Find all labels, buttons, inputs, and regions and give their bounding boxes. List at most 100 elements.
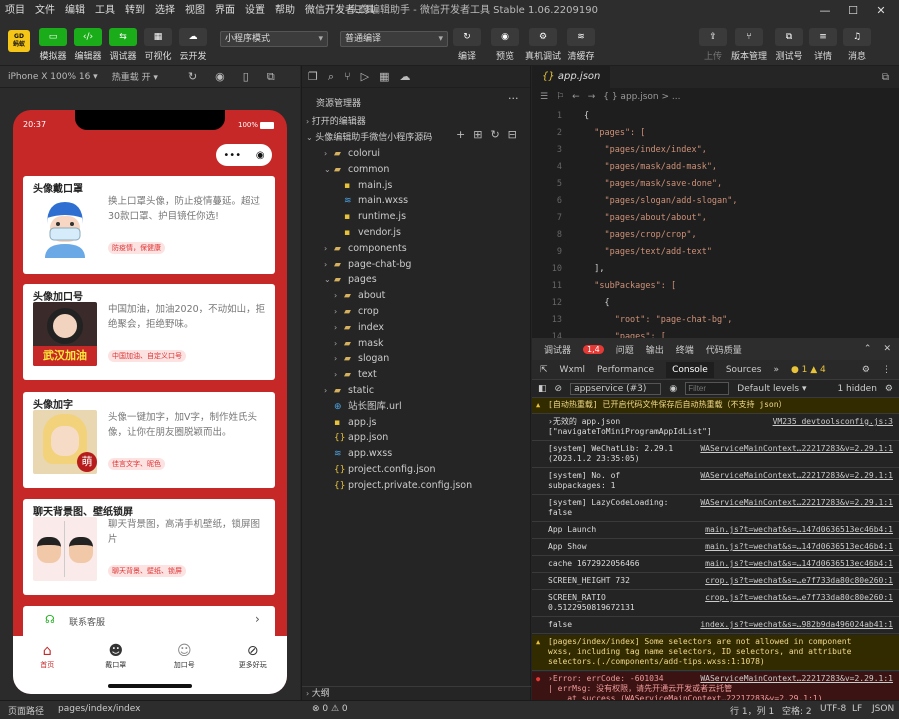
toolbar-action[interactable]: ≋ 清缓存 <box>564 28 598 62</box>
tree-item[interactable]: › ▰ static <box>302 383 531 399</box>
console-filter-input[interactable] <box>685 382 730 395</box>
devtools-tab[interactable]: 问题 <box>616 343 634 356</box>
tree-item[interactable]: ▪ main.js <box>302 178 531 194</box>
project-root[interactable]: ⌄ 头像编辑助手微信小程序源码 <box>306 130 456 143</box>
settings-icon[interactable]: ⚙ <box>862 365 870 375</box>
menu-item[interactable]: 选择 <box>150 0 180 22</box>
console-settings-icon[interactable]: ⚙ <box>885 384 893 394</box>
outline-section[interactable]: › 大纲 <box>302 686 531 700</box>
editor-tab[interactable]: {} app.json <box>532 66 611 88</box>
toolbar-action[interactable]: ◉ 预览 <box>488 28 522 62</box>
menu-item[interactable]: 界面 <box>210 0 240 22</box>
tree-item[interactable]: ≋ app.wxss <box>302 446 531 462</box>
tree-item[interactable]: ⌄ ▰ pages <box>302 272 531 288</box>
menu-item[interactable]: 项目 <box>0 0 30 22</box>
menu-item[interactable]: 编辑 <box>60 0 90 22</box>
close-icon[interactable]: ✕ <box>867 0 895 22</box>
toolbar-button[interactable]: ▦ 可视化 <box>141 28 175 62</box>
console-source-link[interactable]: VM235 devtoolsconfig.js:3 <box>773 417 893 427</box>
console-source-link[interactable]: crop.js?t=wechat&s=…e7f733da80c80e260:1 <box>705 593 893 603</box>
back-icon[interactable]: ← <box>572 92 580 102</box>
tree-item[interactable]: › ▰ about <box>302 288 531 304</box>
tree-item[interactable]: {} project.config.json <box>302 462 531 478</box>
eol[interactable]: LF <box>852 704 862 714</box>
card-wallpaper[interactable]: 聊天背景图、壁纸锁屏 聊天背景图，高清手机壁纸，锁屏图片 聊天背景、壁纸、锁屏 <box>23 499 275 595</box>
toolbar-button[interactable]: ☁ 云开发 <box>176 28 210 62</box>
bookmark-icon[interactable]: ⚐ <box>556 92 564 102</box>
menu-item[interactable]: 视图 <box>180 0 210 22</box>
source-control-icon[interactable]: ⑂ <box>344 70 351 83</box>
console-source-link[interactable]: crop.js?t=wechat&s=…e7f733da80c80e260:1 <box>705 576 893 586</box>
cursor-position[interactable]: 行 1，列 1 <box>730 704 774 717</box>
menu-item[interactable]: 设置 <box>240 0 270 22</box>
toolbar-right-button[interactable]: ⇪ 上传 <box>696 28 730 62</box>
language-mode[interactable]: JSON <box>872 704 894 714</box>
search-icon[interactable]: ⌕ <box>328 70 334 84</box>
tree-item[interactable]: › ▰ crop <box>302 304 531 320</box>
devtools-subtab[interactable]: Console <box>666 361 714 378</box>
tree-item[interactable]: › ▰ mask <box>302 336 531 352</box>
capsule-button[interactable]: ••• ◉ <box>216 144 272 166</box>
card-text[interactable]: 头像加字 萌 头像一键加字，加V字，制作姓氏头像，让你在朋友圈脱颖而出。 佳言文… <box>23 392 275 488</box>
toolbar-action[interactable]: ⚙ 真机调试 <box>525 28 561 62</box>
console-source-link[interactable]: main.js?t=wechat&s=…147d0636513ec46b4:1 <box>705 525 893 535</box>
menu-item[interactable]: 帮助 <box>270 0 300 22</box>
collapse-panel-icon[interactable]: ⌃ <box>864 344 872 354</box>
popout-icon[interactable]: ⧉ <box>267 70 275 84</box>
clear-icon[interactable]: ⊘ <box>555 384 563 394</box>
toolbar-right-button[interactable]: ♫ 消息 <box>840 28 874 62</box>
tab-home[interactable]: ⌂ 首页 <box>22 642 72 694</box>
menu-item[interactable]: 工具 <box>90 0 120 22</box>
console-source-link[interactable]: main.js?t=wechat&s=…147d0636513ec46b4:1 <box>705 542 893 552</box>
new-folder-icon[interactable]: ⊞ <box>473 128 482 141</box>
toolbar-action[interactable]: ↻ 编译 <box>450 28 484 62</box>
devtools-tab[interactable]: 输出 <box>646 343 664 356</box>
open-editors[interactable]: › 打开的编辑器 <box>306 114 366 127</box>
page-path[interactable]: pages/index/index <box>58 704 140 714</box>
tree-item[interactable]: ▪ vendor.js <box>302 225 531 241</box>
indent-setting[interactable]: 空格: 2 <box>782 704 812 717</box>
devtools-tab[interactable]: 调试器 <box>544 343 571 356</box>
console-source-link[interactable]: WAServiceMainContext…22217283&v=2.29.1:1 <box>700 471 893 481</box>
toolbar-right-button[interactable]: ⑂ 版本管理 <box>731 28 767 62</box>
devtools-tab[interactable]: 代码质量 <box>706 343 742 356</box>
menu-item[interactable]: 转到 <box>120 0 150 22</box>
sidebar-toggle-icon[interactable]: ◧ <box>538 384 547 394</box>
kebab-icon[interactable]: ⋮ <box>882 365 891 375</box>
phone-icon[interactable]: ▯ <box>243 70 249 83</box>
eye-icon[interactable]: ◉ <box>669 384 677 394</box>
console-source-link[interactable]: WAServiceMainContext…22217283&v=2.29.1:1 <box>700 444 893 454</box>
encoding[interactable]: UTF-8 <box>820 704 846 714</box>
list-icon[interactable]: ☰ <box>540 92 548 102</box>
maximize-icon[interactable]: ☐ <box>839 0 867 22</box>
levels-select[interactable]: Default levels ▾ <box>737 384 806 394</box>
tree-item[interactable]: › ▰ page-chat-bg <box>302 257 531 273</box>
menu-item[interactable]: 文件 <box>30 0 60 22</box>
toolbar-right-button[interactable]: ⧉ 测试号 <box>772 28 806 62</box>
split-editor-icon[interactable]: ⧉ <box>882 72 889 83</box>
problems-count[interactable]: ⊗ 0 ⚠ 0 <box>312 704 348 714</box>
tree-item[interactable]: ▪ app.js <box>302 415 531 431</box>
toolbar-button[interactable]: ▭ 模拟器 <box>36 28 70 62</box>
tree-item[interactable]: ▪ runtime.js <box>302 209 531 225</box>
tree-item[interactable]: › ▰ slogan <box>302 351 531 367</box>
toolbar-button[interactable]: ⇆ 调试器 <box>106 28 140 62</box>
toolbar-button[interactable]: ‹/› 编辑器 <box>71 28 105 62</box>
tree-item[interactable]: {} app.json <box>302 430 531 446</box>
tree-item[interactable]: ≋ main.wxss <box>302 193 531 209</box>
debug-icon[interactable]: ▷ <box>361 70 369 83</box>
card-slogan[interactable]: 头像加口号 武汉加油 中国加油，加油2020，不动如山，拒绝聚会，拒绝野味。 中… <box>23 284 275 380</box>
tree-item[interactable]: › ▰ colorui <box>302 146 531 162</box>
files-icon[interactable]: ❐ <box>308 70 318 83</box>
hotreload-select[interactable]: 热重载 开 ▾ <box>112 70 158 83</box>
more-tabs-icon[interactable]: » <box>773 365 779 375</box>
card-mask[interactable]: 头像戴口罩 换上口罩头像，防止疫情蔓延。超过30款口罩、护目镜任你选! 防疫情，… <box>23 176 275 274</box>
contact-row[interactable]: ☊ 联系客服 › <box>23 606 275 636</box>
console-output[interactable]: ▲ [自动热重载] 已开启代码文件保存后自动热重载（不支持 json） ›无效的 a… <box>532 398 899 700</box>
page-path-label[interactable]: 页面路径 <box>8 704 44 717</box>
more-icon[interactable]: ••• <box>223 150 241 161</box>
devtools-subtab[interactable]: Sources <box>726 365 762 375</box>
tree-item[interactable]: › ▰ components <box>302 241 531 257</box>
console-source-link[interactable]: main.js?t=wechat&s=…147d0636513ec46b4:1 <box>705 559 893 569</box>
issue-counts[interactable]: ● 1 ▲ 4 <box>791 365 826 375</box>
